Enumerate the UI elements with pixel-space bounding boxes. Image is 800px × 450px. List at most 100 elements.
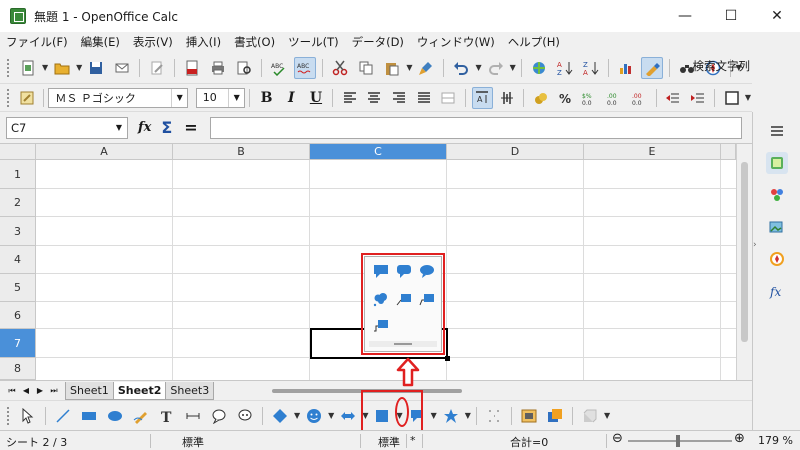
open-dropdown-arrow[interactable]: ▼ (76, 63, 82, 72)
callout-shapes-dropdown-arrow[interactable]: ▼ (431, 411, 437, 420)
line-callout-2-icon[interactable] (417, 289, 437, 309)
next-sheet-icon[interactable]: ▶ (34, 384, 46, 398)
rectangular-callout-icon[interactable] (371, 261, 391, 281)
column-header-c[interactable]: C (310, 144, 447, 160)
callouts-icon[interactable] (208, 405, 230, 427)
from-file-icon[interactable] (518, 405, 540, 427)
format-paintbrush-icon[interactable] (415, 57, 437, 79)
hyperlink-icon[interactable] (528, 57, 550, 79)
copy-icon[interactable] (355, 57, 377, 79)
properties-icon[interactable] (766, 152, 788, 174)
palette-drag-handle[interactable] (369, 341, 437, 347)
column-header-f-partial[interactable] (721, 144, 736, 160)
spellcheck-icon[interactable]: ABC (268, 57, 290, 79)
italic-button[interactable]: I (281, 87, 302, 109)
chevron-down-icon[interactable]: ▼ (111, 118, 127, 138)
print-preview-icon[interactable] (233, 57, 255, 79)
basic-shapes-icon[interactable] (269, 405, 291, 427)
last-sheet-icon[interactable]: ⏭ (48, 384, 60, 398)
toolbar-grip[interactable] (6, 57, 10, 78)
rounded-rectangular-callout-icon[interactable] (394, 261, 414, 281)
vertical-callouts-icon[interactable] (234, 405, 256, 427)
horizontal-scrollbar[interactable] (258, 385, 732, 397)
menu-tools[interactable]: ツール(T) (288, 34, 339, 50)
new-document-icon[interactable] (17, 57, 39, 79)
column-header-e[interactable]: E (584, 144, 721, 160)
align-middle-icon[interactable] (497, 87, 518, 109)
minimize-button[interactable]: — (662, 0, 708, 32)
currency-icon[interactable] (530, 87, 551, 109)
symbol-shapes-dropdown-arrow[interactable]: ▼ (328, 411, 334, 420)
sheet-tab-1[interactable]: Sheet1 (65, 381, 114, 400)
gallery-icon[interactable] (766, 216, 788, 238)
new-dropdown-arrow[interactable]: ▼ (42, 63, 48, 72)
zoom-out-icon[interactable]: ⊖ (612, 431, 623, 446)
gallery-toggle-icon[interactable] (544, 405, 566, 427)
row-header-7[interactable]: 7 (0, 329, 36, 358)
chevron-down-icon[interactable]: ▼ (171, 88, 187, 107)
zoom-slider[interactable] (628, 440, 732, 442)
borders-dropdown-arrow[interactable]: ▼ (745, 93, 751, 102)
insert-mode[interactable]: 標準 (378, 434, 400, 450)
row-header-8[interactable]: 8 (0, 358, 36, 380)
cloud-callout-icon[interactable] (371, 289, 391, 309)
cut-icon[interactable] (329, 57, 351, 79)
find-text-label[interactable]: 検索文字列 (693, 58, 751, 74)
justify-icon[interactable] (413, 87, 434, 109)
open-folder-icon[interactable] (51, 57, 73, 79)
freeform-line-icon[interactable] (130, 405, 152, 427)
menu-format[interactable]: 書式(O) (234, 34, 275, 50)
menu-insert[interactable]: 挿入(I) (186, 34, 221, 50)
zoom-in-icon[interactable]: ⊕ (734, 431, 745, 446)
print-icon[interactable] (207, 57, 229, 79)
flowchart-icon[interactable] (371, 405, 393, 427)
sort-ascending-icon[interactable]: AZ (554, 57, 576, 79)
zoom-slider-handle[interactable] (676, 435, 680, 447)
extrusion-icon[interactable] (579, 405, 601, 427)
line-callout-3-icon[interactable] (371, 315, 391, 335)
first-sheet-icon[interactable]: ⏮ (6, 384, 18, 398)
save-icon[interactable] (85, 57, 107, 79)
horizontal-scroll-thumb[interactable] (272, 389, 462, 393)
percent-icon[interactable]: % (555, 87, 576, 109)
bold-button[interactable]: B (256, 87, 277, 109)
menu-view[interactable]: 表示(V) (133, 34, 173, 50)
edit-file-icon[interactable] (146, 57, 168, 79)
stars-dropdown-arrow[interactable]: ▼ (465, 411, 471, 420)
stars-icon[interactable] (440, 405, 462, 427)
autospellcheck-icon[interactable]: ABC (294, 56, 317, 79)
dimension-line-icon[interactable] (182, 405, 204, 427)
line-icon[interactable] (52, 405, 74, 427)
align-center-icon[interactable] (364, 87, 385, 109)
rectangle-icon[interactable] (78, 405, 100, 427)
sheet-tab-3[interactable]: Sheet3 (165, 381, 215, 400)
sum-display[interactable]: 合計=0 (510, 434, 548, 450)
menu-edit[interactable]: 編集(E) (81, 34, 120, 50)
text-icon[interactable]: T (156, 405, 178, 427)
toolbar-overflow-arrow[interactable]: ▼ (604, 411, 610, 420)
chevron-down-icon[interactable]: ▼ (228, 88, 244, 107)
functions-icon[interactable]: fx (766, 280, 788, 302)
sort-descending-icon[interactable]: ZA (580, 57, 602, 79)
menu-data[interactable]: データ(D) (352, 34, 404, 50)
insert-chart-icon[interactable] (615, 57, 637, 79)
borders-icon[interactable] (721, 87, 742, 109)
function-wizard-button[interactable]: fx (138, 120, 151, 135)
styles-formatting-icon[interactable] (17, 87, 38, 109)
block-arrows-dropdown-arrow[interactable]: ▼ (362, 411, 368, 420)
sidebar-collapse-arrow[interactable]: › (753, 240, 757, 250)
redo-dropdown-arrow[interactable]: ▼ (510, 63, 516, 72)
row-header-1[interactable]: 1 (0, 160, 36, 189)
page-style[interactable]: 標準 (182, 434, 204, 450)
select-all-corner[interactable] (0, 144, 36, 160)
function-button[interactable]: = (184, 118, 197, 137)
callout-shapes-icon[interactable] (406, 405, 428, 427)
row-header-2[interactable]: 2 (0, 189, 36, 217)
prev-sheet-icon[interactable]: ◀ (20, 384, 32, 398)
fill-handle[interactable] (445, 356, 450, 361)
navigator-compass-icon[interactable] (766, 248, 788, 270)
points-icon[interactable] (483, 405, 505, 427)
formula-input[interactable] (209, 116, 742, 139)
vertical-scroll-thumb[interactable] (741, 162, 748, 342)
row-header-5[interactable]: 5 (0, 274, 36, 302)
